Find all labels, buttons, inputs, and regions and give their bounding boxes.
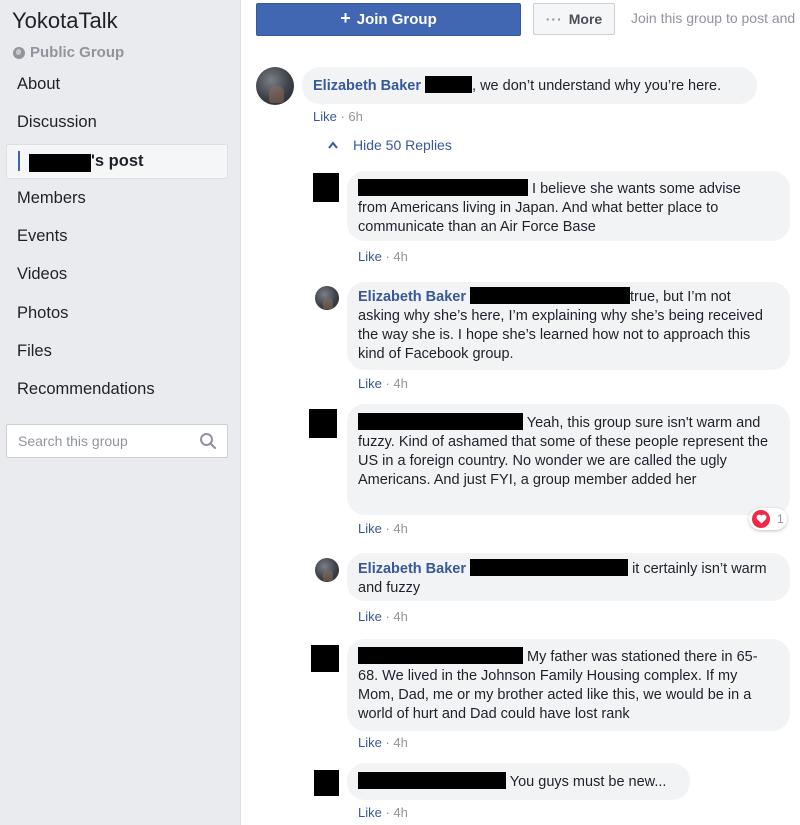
like-link[interactable]: Like	[358, 376, 382, 391]
reply-author[interactable]: Elizabeth Baker	[358, 561, 466, 577]
reply-time[interactable]: 4h	[393, 609, 407, 624]
sidebar-item-photos[interactable]: Photos	[17, 304, 68, 323]
comment-author[interactable]: Elizabeth Baker	[313, 78, 421, 94]
comment-actions: Like · 6h	[313, 109, 363, 124]
reply-bubble: My father was stationed there in 65- 68.…	[347, 639, 790, 731]
redacted-name	[358, 179, 528, 196]
like-link[interactable]: Like	[358, 521, 382, 536]
reply-actions: Like · 4h	[358, 521, 408, 536]
reply-time[interactable]: 4h	[393, 249, 407, 264]
avatar[interactable]	[315, 558, 339, 582]
comment-text: Elizabeth Baker , we don’t understand wh…	[313, 76, 721, 96]
group-privacy: Public Group	[13, 44, 124, 61]
reply-actions: Like · 4h	[358, 805, 408, 820]
reply-actions: Like · 4h	[358, 609, 408, 624]
reply-time[interactable]: 4h	[393, 376, 407, 391]
comment-bubble: Elizabeth Baker , we don’t understand wh…	[302, 67, 757, 104]
chevron-up-icon	[328, 141, 338, 149]
comment-body: , we don’t understand why you’re here.	[472, 78, 722, 94]
redacted-avatar	[313, 173, 339, 202]
sidebar-item-post-label: 's post	[91, 152, 144, 170]
search-input[interactable]	[18, 433, 188, 449]
reply-actions: Like · 4h	[358, 376, 408, 391]
more-label: More	[568, 11, 603, 27]
reply-actions: Like · 4h	[358, 249, 408, 264]
globe-icon	[13, 46, 25, 59]
redacted-name	[470, 287, 631, 304]
avatar[interactable]	[256, 67, 294, 105]
reply-time[interactable]: 4h	[393, 805, 407, 820]
join-group-button[interactable]: + Join Group	[256, 3, 521, 36]
like-link[interactable]: Like	[358, 249, 382, 264]
sidebar-item-videos[interactable]: Videos	[17, 265, 67, 284]
ellipsis-icon: ···	[545, 11, 563, 27]
like-link[interactable]: Like	[358, 609, 382, 624]
reply-text-rest: 68. We lived in the Johnson Family Housi…	[358, 668, 752, 722]
group-sidebar: YokotaTalk Public Group About Discussion…	[0, 0, 241, 825]
reply-bubble: Elizabeth Baker true, but I’m not asking…	[347, 282, 790, 370]
reply-text-line: My father was stationed there in 65-	[527, 649, 758, 665]
redacted-name	[425, 76, 473, 93]
redacted-name	[29, 154, 91, 172]
redacted-name	[358, 647, 523, 664]
redacted-name	[358, 772, 506, 789]
reply-text-line: it certainly isn’t	[632, 561, 728, 577]
reaction-number: 1	[777, 512, 784, 526]
like-link[interactable]: Like	[313, 109, 337, 124]
more-button[interactable]: ··· More	[533, 3, 615, 35]
like-link[interactable]: Like	[358, 735, 382, 750]
comment-time[interactable]: 6h	[348, 109, 362, 124]
sidebar-item-post[interactable]: 's post	[6, 144, 228, 179]
reply-time[interactable]: 4h	[393, 521, 407, 536]
like-link[interactable]: Like	[358, 805, 382, 820]
sidebar-item-events[interactable]: Events	[17, 227, 67, 246]
sidebar-item-discussion[interactable]: Discussion	[17, 113, 97, 132]
reply-text: Elizabeth Baker it certainly isn’t warm …	[358, 559, 768, 598]
redacted-avatar	[314, 770, 339, 796]
reply-time[interactable]: 4h	[393, 735, 407, 750]
group-search	[6, 424, 228, 458]
search-icon[interactable]	[199, 432, 217, 450]
reply-text: Elizabeth Baker true, but I’m not asking…	[358, 287, 773, 364]
reply-text-line: You guys must be new...	[509, 774, 667, 790]
reply-bubble: You guys must be new...	[347, 763, 690, 800]
sidebar-item-members[interactable]: Members	[17, 189, 86, 208]
reply-text-line: Yeah, this group sure isn't warm	[526, 415, 733, 431]
privacy-label: Public Group	[30, 44, 125, 61]
reply-text: My father was stationed there in 65- 68.…	[358, 647, 773, 724]
plus-icon: +	[340, 8, 351, 28]
reaction-count[interactable]: 1	[749, 508, 787, 530]
avatar[interactable]	[315, 286, 339, 310]
heart-icon	[752, 510, 770, 528]
join-prompt: Join this group to post and	[631, 10, 796, 26]
sidebar-item-about[interactable]: About	[17, 75, 60, 94]
reply-text: Yeah, this group sure isn't warm and fuz…	[358, 413, 768, 490]
sidebar-item-recommendations[interactable]: Recommendations	[17, 380, 155, 399]
reply-bubble: Yeah, this group sure isn't warm and fuz…	[347, 404, 790, 515]
reply-text: I believe she wants some advise from Ame…	[358, 179, 768, 237]
reply-actions: Like · 4h	[358, 735, 408, 750]
reply-text-rest: from Americans living in Japan. And what…	[358, 200, 719, 235]
hide-replies-link[interactable]: Hide 50 Replies	[328, 137, 452, 153]
active-indicator	[18, 151, 20, 171]
reply-text-line: true, but I’m not	[630, 289, 731, 305]
reply-bubble: Elizabeth Baker it certainly isn’t warm …	[347, 553, 790, 601]
reply-author[interactable]: Elizabeth Baker	[358, 289, 466, 305]
redacted-avatar	[311, 645, 339, 672]
reply-text: You guys must be new...	[358, 772, 666, 792]
hide-replies-label: Hide 50 Replies	[353, 137, 452, 153]
reply-text-line: I believe she wants some advise	[532, 181, 741, 197]
redacted-name	[358, 413, 523, 430]
redacted-name	[470, 559, 629, 576]
sidebar-item-files[interactable]: Files	[17, 342, 52, 361]
join-group-label: Join Group	[356, 11, 437, 28]
redacted-avatar	[309, 409, 337, 438]
reply-bubble: I believe she wants some advise from Ame…	[347, 171, 790, 241]
reply-text-rest: asking why she’s here, I’m explaining wh…	[358, 308, 763, 362]
group-name[interactable]: YokotaTalk	[12, 8, 118, 34]
